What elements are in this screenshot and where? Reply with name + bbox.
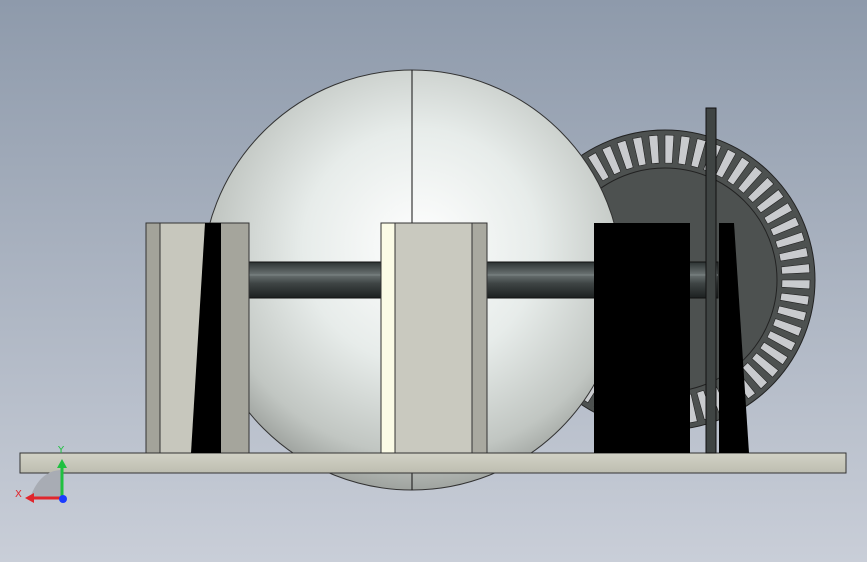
cad-viewport[interactable]: Y X	[0, 0, 867, 562]
left-bearing-support[interactable]	[145, 222, 250, 454]
model-view[interactable]: Y X	[0, 0, 867, 562]
triad-x-label: X	[15, 489, 22, 500]
center-bearing-support[interactable]	[380, 222, 488, 454]
triad-y-label: Y	[57, 445, 65, 456]
encoder-slot	[664, 134, 675, 164]
encoder-slot	[781, 279, 811, 290]
z-axis-dot-icon	[59, 495, 67, 503]
base-plate[interactable]	[19, 452, 847, 474]
